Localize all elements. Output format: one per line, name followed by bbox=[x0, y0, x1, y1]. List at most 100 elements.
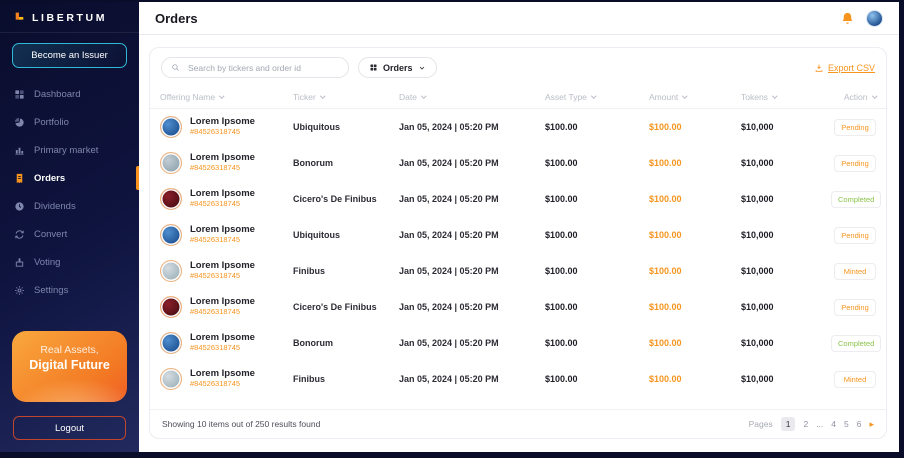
status-badge[interactable]: Minted bbox=[834, 370, 876, 388]
table-row[interactable]: Lorem Ipsome #84526318745 Cicero's De Fi… bbox=[150, 289, 886, 325]
asset-type: $100.00 bbox=[545, 302, 578, 312]
table-footer: Showing 10 items out of 250 results foun… bbox=[150, 409, 886, 438]
order-date: Jan 05, 2024 | 05:20 PM bbox=[399, 302, 499, 312]
page-title: Orders bbox=[155, 10, 198, 26]
table-header-row: Offering Name Ticker Date Asset Type Amount T… bbox=[150, 85, 886, 109]
amount: $100.00 bbox=[649, 374, 682, 384]
dividends-clock-icon bbox=[14, 201, 25, 212]
action-cell: Pending bbox=[831, 226, 876, 244]
status-badge[interactable]: Pending bbox=[834, 154, 876, 172]
order-date: Jan 05, 2024 | 05:20 PM bbox=[399, 266, 499, 276]
asset-type: $100.00 bbox=[545, 158, 578, 168]
voting-ballot-icon bbox=[14, 257, 25, 268]
logout-button[interactable]: Logout bbox=[13, 416, 126, 440]
sidebar-item-voting[interactable]: Voting bbox=[0, 248, 139, 276]
offering-name: Lorem Ipsome bbox=[190, 116, 255, 128]
table-row[interactable]: Lorem Ipsome #84526318745 Finibus Jan 05… bbox=[150, 253, 886, 289]
column-header-action[interactable]: Action bbox=[831, 92, 877, 102]
column-header-tokens[interactable]: Tokens bbox=[741, 92, 831, 102]
sort-caret-icon bbox=[320, 93, 326, 98]
offering-cell: Lorem Ipsome #84526318745 bbox=[160, 260, 293, 282]
column-header-ticker[interactable]: Ticker bbox=[293, 92, 399, 102]
page-button-5[interactable]: 5 bbox=[844, 419, 849, 429]
column-header-amount[interactable]: Amount bbox=[649, 92, 741, 102]
order-id: #84526318745 bbox=[190, 163, 241, 173]
chevron-down-icon bbox=[418, 64, 426, 72]
become-issuer-button[interactable]: Become an Issuer bbox=[12, 43, 127, 68]
search-input[interactable] bbox=[186, 61, 339, 74]
promo-banner[interactable]: Real Assets, Digital Future bbox=[12, 331, 127, 402]
table-row[interactable]: Lorem Ipsome #84526318745 Finibus Jan 05… bbox=[150, 361, 886, 397]
app-window: LIBERTUM Become an Issuer Dashboard Port… bbox=[0, 0, 904, 458]
ticker: Finibus bbox=[293, 266, 325, 276]
page-ellipsis: ... bbox=[816, 419, 824, 429]
offering-name: Lorem Ipsome bbox=[190, 368, 255, 380]
dashboard-icon bbox=[14, 89, 25, 100]
table-row[interactable]: Lorem Ipsome #84526318745 Ubiquitous Jan… bbox=[150, 217, 886, 253]
offering-cell: Lorem Ipsome #84526318745 bbox=[160, 188, 293, 210]
sidebar-item-portfolio[interactable]: Portfolio bbox=[0, 108, 139, 136]
status-badge[interactable]: Minted bbox=[834, 262, 876, 280]
amount: $100.00 bbox=[649, 230, 682, 240]
filter-label: Orders bbox=[383, 62, 413, 73]
topbar-actions bbox=[840, 9, 883, 27]
table-row[interactable]: Lorem Ipsome #84526318745 Cicero's De Fi… bbox=[150, 181, 886, 217]
order-id: #84526318745 bbox=[190, 127, 241, 137]
offering-avatar bbox=[160, 188, 182, 210]
portfolio-pie-icon bbox=[14, 117, 25, 128]
export-csv-label: Export CSV bbox=[827, 62, 875, 73]
promo-line1: Real Assets, bbox=[40, 344, 99, 356]
tokens: $10,000 bbox=[741, 158, 774, 168]
asset-type: $100.00 bbox=[545, 194, 578, 204]
app-frame: LIBERTUM Become an Issuer Dashboard Port… bbox=[0, 2, 899, 452]
table-row[interactable]: Lorem Ipsome #84526318745 Ubiquitous Jan… bbox=[150, 109, 886, 145]
table-row[interactable]: Lorem Ipsome #84526318745 Bonorum Jan 05… bbox=[150, 325, 886, 361]
amount: $100.00 bbox=[649, 194, 682, 204]
sort-caret-icon bbox=[772, 93, 778, 98]
search-icon bbox=[171, 63, 180, 72]
status-badge[interactable]: Pending bbox=[834, 118, 876, 136]
order-id: #84526318745 bbox=[190, 271, 241, 281]
offering-cell: Lorem Ipsome #84526318745 bbox=[160, 224, 293, 246]
table-row[interactable]: Lorem Ipsome #84526318745 Bonorum Jan 05… bbox=[150, 145, 886, 181]
page-button-6[interactable]: 6 bbox=[857, 419, 862, 429]
column-header-date[interactable]: Date bbox=[399, 92, 545, 102]
main-area: Orders Search by tickers and order id Or… bbox=[139, 2, 899, 452]
sidebar-item-dividends[interactable]: Dividends bbox=[0, 192, 139, 220]
sort-caret-icon bbox=[871, 93, 877, 98]
orders-receipt-icon bbox=[14, 173, 25, 184]
offering-cell: Lorem Ipsome #84526318745 bbox=[160, 152, 293, 174]
notifications-bell-icon[interactable] bbox=[840, 11, 855, 26]
status-badge[interactable]: Pending bbox=[834, 226, 876, 244]
offering-avatar bbox=[160, 368, 182, 390]
column-header-offering-name[interactable]: Offering Name bbox=[160, 92, 293, 102]
pagination-next-icon[interactable]: ▸ bbox=[869, 419, 874, 430]
page-button-1[interactable]: 1 bbox=[780, 417, 796, 431]
brand-logo: LIBERTUM bbox=[0, 2, 139, 33]
sort-caret-icon bbox=[421, 93, 427, 98]
brand-name: LIBERTUM bbox=[32, 11, 108, 24]
user-avatar[interactable] bbox=[866, 9, 883, 27]
sidebar-item-convert[interactable]: Convert bbox=[0, 220, 139, 248]
offering-cell: Lorem Ipsome #84526318745 bbox=[160, 332, 293, 354]
page-button-2[interactable]: 2 bbox=[803, 419, 808, 429]
tokens: $10,000 bbox=[741, 266, 774, 276]
status-badge[interactable]: Pending bbox=[834, 298, 876, 316]
ticker: Cicero's De Finibus bbox=[293, 194, 377, 204]
sidebar: LIBERTUM Become an Issuer Dashboard Port… bbox=[0, 2, 139, 452]
export-csv-link[interactable]: Export CSV bbox=[814, 63, 875, 73]
sidebar-item-orders[interactable]: Orders bbox=[0, 164, 139, 192]
sidebar-item-primary-market[interactable]: Primary market bbox=[0, 136, 139, 164]
page-button-4[interactable]: 4 bbox=[831, 419, 836, 429]
status-badge[interactable]: Completed bbox=[831, 334, 882, 352]
sidebar-item-dashboard[interactable]: Dashboard bbox=[0, 80, 139, 108]
tokens: $10,000 bbox=[741, 302, 774, 312]
orders-filter-dropdown[interactable]: Orders bbox=[358, 57, 437, 78]
status-badge[interactable]: Completed bbox=[831, 190, 882, 208]
search-box[interactable] bbox=[161, 57, 349, 78]
sort-caret-icon bbox=[591, 93, 597, 98]
column-header-asset-type[interactable]: Asset Type bbox=[545, 92, 649, 102]
offering-name: Lorem Ipsome bbox=[190, 188, 255, 200]
sidebar-item-settings[interactable]: Settings bbox=[0, 276, 139, 304]
